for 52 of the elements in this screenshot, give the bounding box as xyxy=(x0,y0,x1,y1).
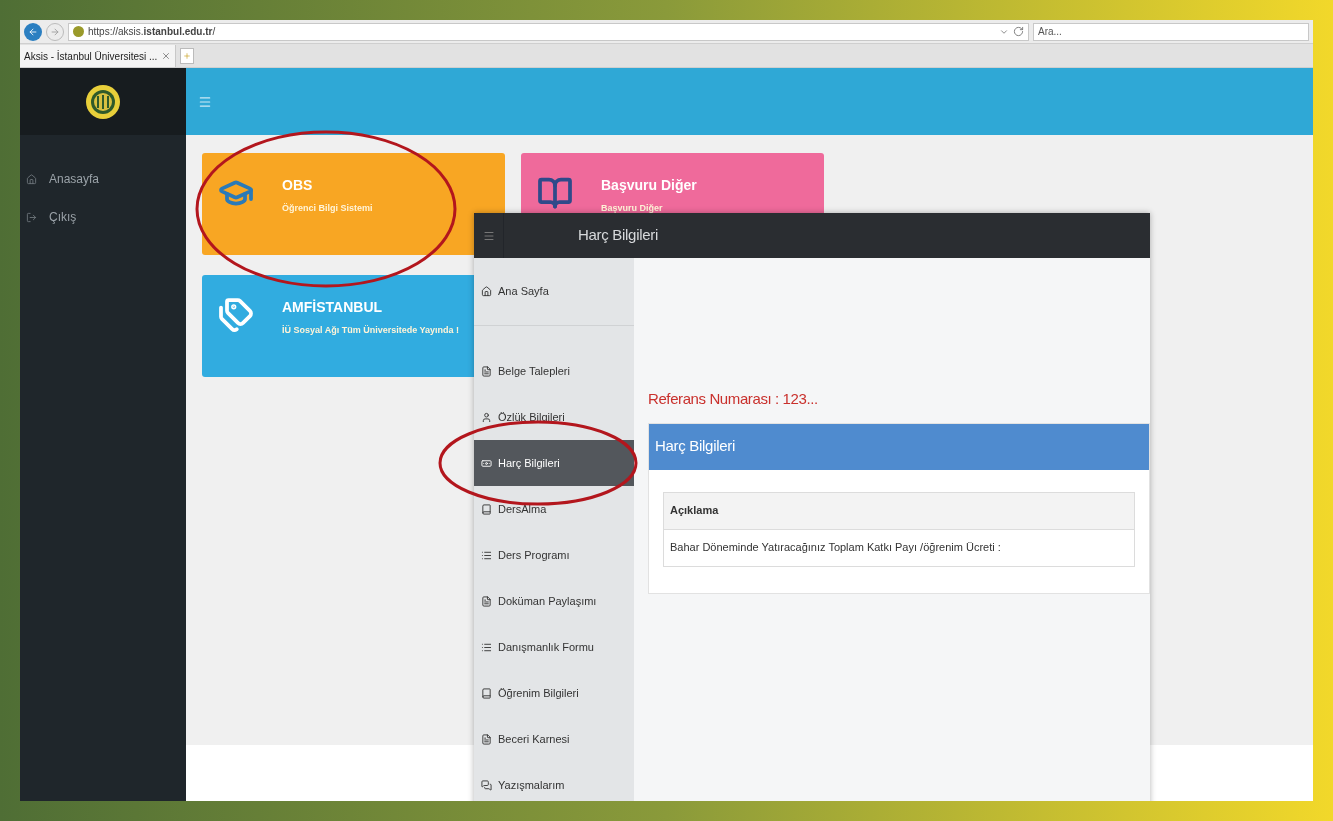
menu-item[interactable]: Yazışmalarım xyxy=(474,762,634,801)
table-cell-text: Bahar Döneminde Yatıracağınız Toplam Katkı Payı /öğrenim Ücreti : xyxy=(669,540,1002,556)
menu-item[interactable]: Özlük Bilgileri xyxy=(474,394,634,440)
menu-item[interactable]: Beceri Karnesi xyxy=(474,716,634,762)
back-button[interactable] xyxy=(24,22,42,41)
menu-icon[interactable] xyxy=(482,229,495,242)
reload-icon[interactable] xyxy=(1013,26,1024,37)
site-favicon xyxy=(73,26,84,37)
home-icon xyxy=(26,173,37,185)
new-tab-button[interactable] xyxy=(180,48,195,64)
menu-icon[interactable] xyxy=(198,94,212,109)
menu-item[interactable]: Ders Programı xyxy=(474,532,634,578)
plus-icon xyxy=(183,52,192,60)
tile-subtitle: Başvuru Diğer xyxy=(601,202,664,215)
sidebar-item[interactable]: Anasayfa xyxy=(26,170,186,188)
university-seal-logo xyxy=(85,83,121,120)
menu-item[interactable]: Öğrenim Bilgileri xyxy=(474,670,634,716)
tile-subtitle: İÜ Sosyal Ağı Tüm Üniversitede Yayında ! xyxy=(282,324,460,337)
document-icon xyxy=(481,365,492,377)
book-icon xyxy=(481,687,492,699)
tile-title: OBS xyxy=(282,176,314,195)
url-text: https://aksis.istanbul.edu.tr/ xyxy=(88,25,217,39)
tags-icon xyxy=(218,297,254,333)
chat-icon xyxy=(481,779,492,791)
user-icon xyxy=(481,411,492,423)
forward-arrow-icon xyxy=(50,26,60,37)
column-header: Açıklama xyxy=(669,503,720,519)
address-bar[interactable]: https://aksis.istanbul.edu.tr/ xyxy=(68,22,1029,41)
search-field[interactable]: Ara... xyxy=(1033,22,1309,41)
home-icon xyxy=(481,286,492,297)
menu-item[interactable]: DersAlma xyxy=(474,486,634,532)
book-icon xyxy=(481,503,492,515)
sidebar-item[interactable]: Çıkış xyxy=(26,208,186,226)
close-icon[interactable] xyxy=(161,51,172,61)
book-icon xyxy=(537,175,573,211)
tile-subtitle: Öğrenci Bilgi Sistemi xyxy=(282,202,373,215)
document-icon xyxy=(481,595,492,607)
window-title: Harç Bilgileri xyxy=(578,225,658,246)
tile-title: Başvuru Diğer xyxy=(601,176,697,195)
document-icon xyxy=(481,733,492,745)
list-icon xyxy=(481,641,492,653)
logout-icon xyxy=(26,211,37,223)
menu-item[interactable]: Doküman Paylaşımı xyxy=(474,578,634,624)
list-icon xyxy=(481,549,492,561)
panel-title: Harç Bilgileri xyxy=(655,436,735,457)
menu-item[interactable]: Harç Bilgileri xyxy=(474,440,634,486)
reference-number: Referans Numarası : 123... xyxy=(648,389,819,409)
menu-item[interactable]: Danışmanlık Formu xyxy=(474,624,634,670)
back-arrow-icon xyxy=(28,26,38,37)
tile-title: AMFİSTANBUL xyxy=(282,298,384,317)
banknote-icon xyxy=(481,457,492,469)
browser-tab[interactable]: Aksis - İstanbul Üniversitesi ... xyxy=(20,45,177,67)
